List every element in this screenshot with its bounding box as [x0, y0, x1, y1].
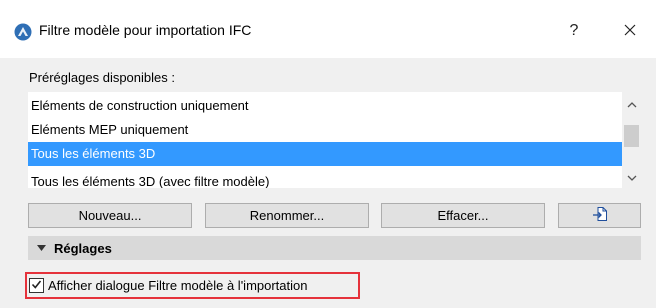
window-title: Filtre modèle pour importation IFC [39, 22, 252, 38]
show-dialog-label: Afficher dialogue Filtre modèle à l'impo… [48, 278, 308, 293]
new-button[interactable]: Nouveau... [28, 203, 192, 228]
list-item-selected[interactable]: Tous les éléments 3D [28, 142, 622, 166]
triangle-down-icon [37, 243, 47, 253]
list-item[interactable]: Eléments de construction uniquement [28, 94, 622, 118]
chevron-down-icon [627, 170, 637, 185]
help-button[interactable]: ? [556, 14, 592, 48]
delete-button[interactable]: Effacer... [381, 203, 545, 228]
export-button[interactable] [558, 203, 641, 228]
show-dialog-checkbox[interactable] [29, 278, 44, 293]
list-item[interactable]: Tous les éléments 3D (avec filtre modèle… [28, 170, 622, 188]
settings-label: Réglages [54, 240, 112, 256]
export-icon [592, 206, 608, 225]
rename-button[interactable]: Renommer... [205, 203, 369, 228]
app-icon [14, 23, 32, 41]
checkmark-icon [31, 278, 42, 293]
close-icon [624, 24, 636, 39]
settings-section-toggle[interactable]: Réglages [28, 236, 641, 260]
chevron-up-icon [627, 96, 637, 111]
presets-label: Préréglages disponibles : [29, 70, 175, 85]
scroll-up-button[interactable] [622, 92, 641, 114]
presets-scrollbar[interactable] [622, 92, 641, 188]
close-button[interactable] [612, 14, 648, 48]
list-item[interactable]: Eléments MEP uniquement [28, 118, 622, 142]
title-bar: Filtre modèle pour importation IFC ? [0, 0, 656, 58]
scroll-thumb[interactable] [624, 125, 639, 147]
presets-list[interactable]: Eléments de construction uniquement Elém… [28, 92, 622, 188]
scroll-down-button[interactable] [622, 166, 641, 188]
